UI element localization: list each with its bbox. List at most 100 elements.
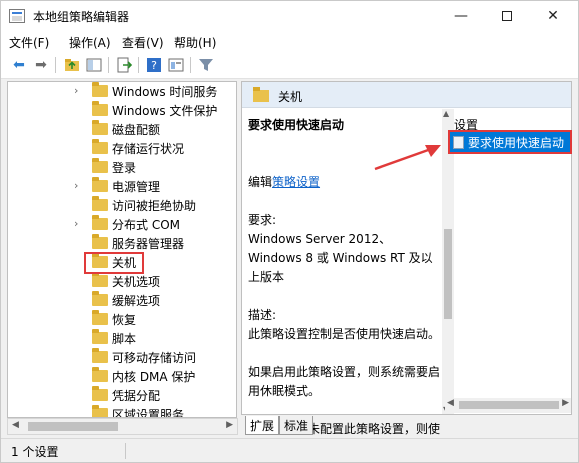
tree-item[interactable]: › 电源管理 — [8, 177, 236, 196]
tree-item-label: 访问被拒绝协助 — [112, 199, 197, 213]
annotation-arrow-icon — [374, 145, 441, 171]
tree-item[interactable]: 服务器管理器 — [8, 234, 236, 253]
tree-item-label: Windows 文件保护 — [112, 104, 218, 118]
menu-file[interactable]: 文件(F) — [9, 34, 49, 51]
tree-pane: › Windows 时间服务 Windows 文件保护 磁盘配额 存储运行状况 … — [7, 81, 237, 418]
policy-editor-app-icon — [9, 9, 25, 23]
edit-policy-setting-link[interactable]: 策略设置 — [272, 175, 320, 189]
scroll-up-icon[interactable]: ▲ — [443, 109, 449, 118]
scroll-right-icon[interactable]: ▶ — [562, 398, 569, 408]
properties-icon[interactable] — [167, 56, 185, 74]
tree-item-label: 区域设置服务 — [112, 408, 185, 418]
description-vertical-scrollbar[interactable]: ▲ ▼ — [442, 109, 454, 414]
tab-standard[interactable]: 标准 — [279, 416, 313, 435]
folder-icon — [92, 386, 108, 401]
toolbar: ⬅ ➡ ? — [1, 52, 578, 79]
tree-item-label: 关机选项 — [112, 275, 161, 289]
back-arrow-icon[interactable]: ⬅ — [10, 56, 28, 74]
menu-bar: 文件(F) 操作(A) 查看(V) 帮助(H) — [1, 31, 578, 52]
description-label: 描述: — [248, 308, 277, 322]
tree-item-label: 缓解选项 — [112, 294, 161, 308]
tree-item[interactable]: 内核 DMA 保护 — [8, 367, 236, 386]
local-group-policy-editor-window: 本地组策略编辑器 — ✕ 文件(F) 操作(A) 查看(V) 帮助(H) ⬅ ➡… — [0, 0, 579, 463]
expand-chevron-icon[interactable]: › — [74, 179, 78, 192]
folder-icon — [92, 101, 108, 116]
tree-horizontal-scrollbar[interactable]: ◀ ▶ — [7, 418, 238, 435]
tree-item[interactable]: 恢复 — [8, 310, 236, 329]
filter-icon[interactable] — [197, 56, 215, 74]
status-separator — [125, 443, 126, 459]
tree-item-label: 内核 DMA 保护 — [112, 370, 196, 384]
tree-item[interactable]: 访问被拒绝协助 — [8, 196, 236, 215]
tree-item-label: 恢复 — [112, 313, 137, 327]
folder-icon — [92, 120, 108, 135]
scroll-right-icon[interactable]: ▶ — [226, 420, 233, 430]
tree-item-label: 磁盘配额 — [112, 123, 161, 137]
details-header-label: 关机 — [278, 90, 303, 104]
tree-item[interactable]: › 分布式 COM — [8, 215, 236, 234]
scrollbar-thumb[interactable] — [28, 422, 118, 431]
menu-view[interactable]: 查看(V) — [122, 34, 164, 51]
maximize-button[interactable] — [484, 1, 530, 31]
toolbar-separator — [108, 57, 109, 73]
folder-icon — [92, 291, 108, 306]
status-bar: 1 个设置 — [1, 438, 578, 462]
edit-line: 编辑策略设置 — [248, 173, 440, 192]
tree-item[interactable]: Windows 文件保护 — [8, 101, 236, 120]
tree-item-label: 服务器管理器 — [112, 237, 185, 251]
tree-item[interactable]: 缓解选项 — [8, 291, 236, 310]
annotation-highlight-box — [84, 252, 144, 274]
tab-extended[interactable]: 扩展 — [245, 416, 279, 435]
enabled-text: 如果启用此策略设置，则系统需要启用休眠模式。 — [248, 365, 441, 398]
scroll-left-icon[interactable]: ◀ — [447, 398, 454, 408]
folder-icon — [92, 272, 108, 287]
tree-item-label: 脚本 — [112, 332, 137, 346]
maximize-icon — [502, 11, 512, 21]
tree-item[interactable]: 登录 — [8, 158, 236, 177]
show-hide-tree-icon[interactable] — [85, 56, 103, 74]
export-list-icon[interactable] — [115, 56, 133, 74]
close-button[interactable]: ✕ — [530, 1, 576, 31]
tree-item[interactable]: 脚本 — [8, 329, 236, 348]
tree-item[interactable]: 区域设置服务 — [8, 405, 236, 418]
folder-icon — [92, 158, 108, 173]
tree-item[interactable]: 存储运行状况 — [8, 139, 236, 158]
folder-icon — [92, 405, 108, 417]
settings-horizontal-scrollbar[interactable]: ◀ ▶ — [445, 398, 571, 413]
forward-arrow-icon[interactable]: ➡ — [32, 56, 50, 74]
description-text: 此策略设置控制是否使用快速启动。 — [248, 327, 441, 341]
expand-chevron-icon[interactable]: › — [74, 84, 78, 97]
toolbar-separator — [190, 57, 191, 73]
tree-item[interactable]: › Windows 时间服务 — [8, 82, 236, 101]
tree-item-label: 存储运行状况 — [112, 142, 185, 156]
tree-item-label: 凭据分配 — [112, 389, 161, 403]
folder-icon — [92, 196, 108, 211]
up-folder-icon[interactable] — [63, 56, 81, 74]
title-bar: 本地组策略编辑器 — ✕ — [1, 1, 578, 31]
folder-icon — [92, 348, 108, 363]
scroll-left-icon[interactable]: ◀ — [12, 420, 19, 430]
tree-item[interactable]: 凭据分配 — [8, 386, 236, 405]
scrollbar-thumb[interactable] — [459, 401, 559, 409]
toolbar-separator — [55, 57, 56, 73]
menu-help[interactable]: 帮助(H) — [174, 34, 216, 51]
status-text: 1 个设置 — [11, 445, 59, 459]
tree-item-label: 分布式 COM — [112, 218, 180, 232]
tree-item[interactable]: 关机选项 — [8, 272, 236, 291]
folder-icon — [92, 310, 108, 325]
edit-prefix: 编辑 — [248, 175, 273, 189]
help-icon[interactable]: ? — [145, 56, 163, 74]
tree-item-label: 电源管理 — [112, 180, 161, 194]
folder-icon — [92, 177, 108, 192]
minimize-button[interactable]: — — [438, 1, 484, 31]
expand-chevron-icon[interactable]: › — [74, 217, 78, 230]
menu-action[interactable]: 操作(A) — [69, 34, 111, 51]
policy-title: 要求使用快速启动 — [248, 118, 345, 132]
tree-item[interactable]: 磁盘配额 — [8, 120, 236, 139]
window-title: 本地组策略编辑器 — [33, 10, 130, 24]
tree-item[interactable]: 可移动存储访问 — [8, 348, 236, 367]
folder-icon — [92, 234, 108, 249]
svg-text:?: ? — [151, 59, 157, 72]
scrollbar-thumb[interactable] — [444, 229, 452, 319]
folder-icon — [92, 215, 108, 230]
